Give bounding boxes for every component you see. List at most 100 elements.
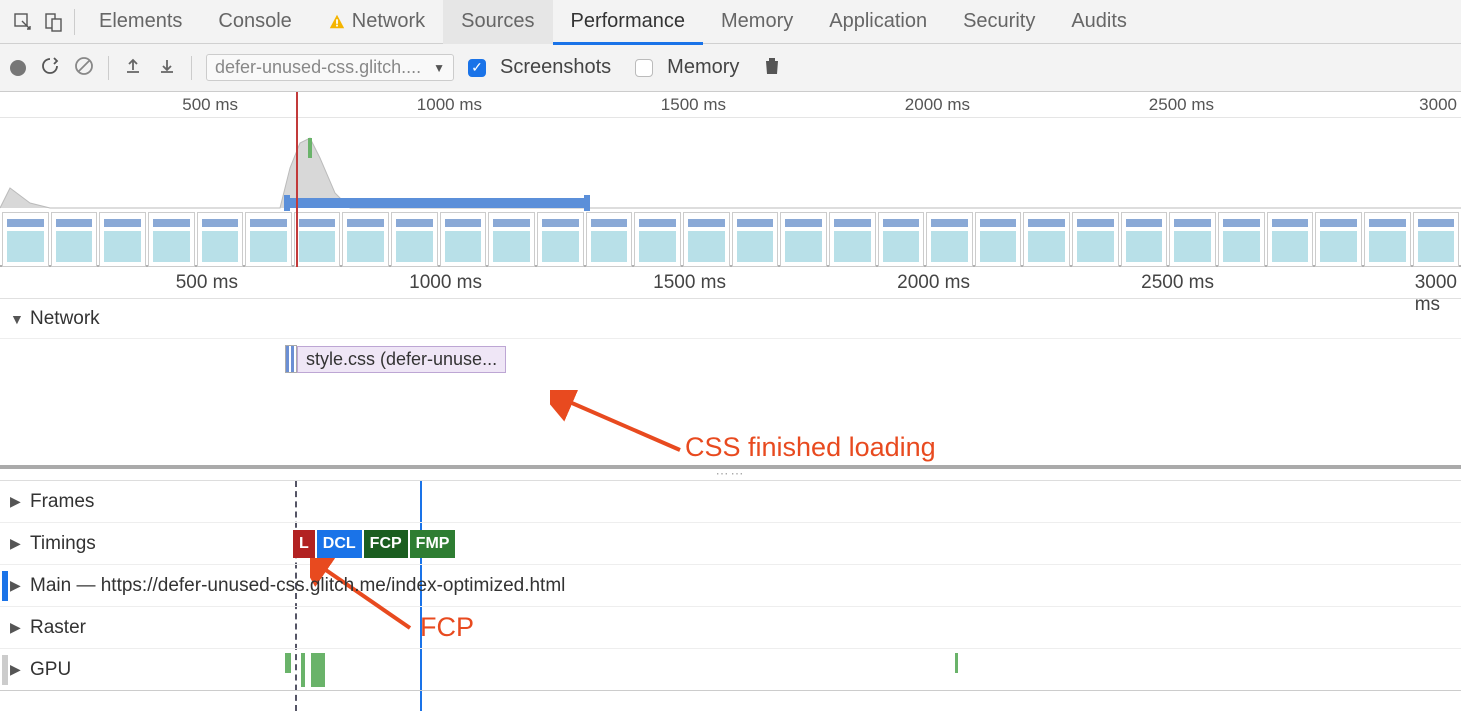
network-spacer xyxy=(0,381,1461,467)
memory-label: Memory xyxy=(667,56,739,79)
raster-track-label: Raster xyxy=(30,617,86,639)
disclosure-down-icon: ▼ xyxy=(10,311,24,327)
performance-toolbar: defer-unused-css.glitch.... ▼ ✓ Screensh… xyxy=(0,44,1461,92)
download-button[interactable] xyxy=(157,56,177,79)
selection-handle-left[interactable] xyxy=(284,195,290,211)
gpu-track[interactable]: ▶ GPU xyxy=(0,649,1461,691)
filmstrip-frame[interactable] xyxy=(586,212,633,267)
timing-badges: L DCL FCP FMP xyxy=(293,530,455,558)
timings-track[interactable]: ▶ Timings L DCL FCP FMP xyxy=(0,523,1461,565)
filmstrip-frame[interactable] xyxy=(440,212,487,267)
delete-button[interactable] xyxy=(763,56,781,79)
filmstrip-frame[interactable] xyxy=(488,212,535,267)
tab-audits[interactable]: Audits xyxy=(1053,0,1145,44)
filmstrip-frame[interactable] xyxy=(634,212,681,267)
screenshots-checkbox[interactable]: ✓ xyxy=(468,59,486,77)
filmstrip xyxy=(0,210,1461,267)
filmstrip-frame[interactable] xyxy=(780,212,827,267)
filmstrip-frame[interactable] xyxy=(1267,212,1314,267)
tracks-panel: ▼ Network style.css (defer-unuse... ⋯⋯ ▶… xyxy=(0,299,1461,691)
selection-handle-right[interactable] xyxy=(584,195,590,211)
frames-track[interactable]: ▶ Frames xyxy=(0,481,1461,523)
filmstrip-frame[interactable] xyxy=(342,212,389,267)
timing-badge-fmp[interactable]: FMP xyxy=(410,530,456,558)
filmstrip-frame[interactable] xyxy=(197,212,244,267)
screenshots-label: Screenshots xyxy=(500,56,611,79)
filmstrip-frame[interactable] xyxy=(878,212,925,267)
recording-select[interactable]: defer-unused-css.glitch.... ▼ xyxy=(206,54,454,81)
filmstrip-frame[interactable] xyxy=(391,212,438,267)
filmstrip-frame[interactable] xyxy=(537,212,584,267)
frames-track-label: Frames xyxy=(30,491,94,513)
separator xyxy=(191,56,192,80)
main-tick: 1500 ms xyxy=(653,272,730,294)
chevron-down-icon: ▼ xyxy=(433,61,445,75)
main-tick: 2000 ms xyxy=(897,272,974,294)
overview-tick: 1000 ms xyxy=(417,95,486,115)
resize-grip[interactable]: ⋯⋯ xyxy=(0,467,1461,481)
record-button[interactable] xyxy=(10,60,26,76)
overview-tick: 3000 xyxy=(1419,95,1461,115)
timings-track-label: Timings xyxy=(30,533,96,555)
overview-selection[interactable] xyxy=(287,198,587,208)
devtools-tabs: Elements Console Network Sources Perform… xyxy=(0,0,1461,44)
clear-button[interactable] xyxy=(74,56,94,79)
overview-tick: 1500 ms xyxy=(661,95,730,115)
raster-track[interactable]: ▶ Raster xyxy=(0,607,1461,649)
tab-application[interactable]: Application xyxy=(811,0,945,44)
filmstrip-frame[interactable] xyxy=(1364,212,1411,267)
filmstrip-frame[interactable] xyxy=(926,212,973,267)
memory-checkbox[interactable] xyxy=(635,59,653,77)
tab-security[interactable]: Security xyxy=(945,0,1053,44)
disclosure-right-icon: ▶ xyxy=(10,493,24,510)
network-track-label: Network xyxy=(30,308,100,330)
tab-console[interactable]: Console xyxy=(200,0,309,44)
timing-badge-fcp[interactable]: FCP xyxy=(364,530,408,558)
filmstrip-frame[interactable] xyxy=(975,212,1022,267)
filmstrip-frame[interactable] xyxy=(294,212,341,267)
load-marker xyxy=(296,92,298,267)
upload-button[interactable] xyxy=(123,56,143,79)
network-request-bar[interactable]: style.css (defer-unuse... xyxy=(285,345,506,373)
tab-network[interactable]: Network xyxy=(310,0,443,44)
filmstrip-frame[interactable] xyxy=(732,212,779,267)
filmstrip-frame[interactable] xyxy=(51,212,98,267)
disclosure-right-icon: ▶ xyxy=(10,619,24,636)
reload-button[interactable] xyxy=(40,56,60,79)
main-tick: 1000 ms xyxy=(409,272,486,294)
filmstrip-frame[interactable] xyxy=(683,212,730,267)
tab-elements[interactable]: Elements xyxy=(81,0,200,44)
network-track-header[interactable]: ▼ Network xyxy=(0,299,1461,339)
disclosure-right-icon: ▶ xyxy=(10,535,24,552)
filmstrip-frame[interactable] xyxy=(245,212,292,267)
network-track-content[interactable]: style.css (defer-unuse... xyxy=(0,339,1461,381)
filmstrip-frame[interactable] xyxy=(1072,212,1119,267)
timing-badge-load[interactable]: L xyxy=(293,530,315,558)
gpu-bars xyxy=(285,653,325,687)
filmstrip-frame[interactable] xyxy=(2,212,49,267)
overview-tick: 500 ms xyxy=(182,95,242,115)
inspect-icon[interactable] xyxy=(8,7,38,37)
network-request-label: style.css (defer-unuse... xyxy=(297,346,506,373)
tab-memory[interactable]: Memory xyxy=(703,0,811,44)
gpu-track-label: GPU xyxy=(30,659,71,681)
timing-badge-dcl[interactable]: DCL xyxy=(317,530,362,558)
filmstrip-frame[interactable] xyxy=(1218,212,1265,267)
tab-sources[interactable]: Sources xyxy=(443,0,552,44)
overview-graph xyxy=(0,118,1461,210)
warning-icon xyxy=(328,13,346,31)
filmstrip-frame[interactable] xyxy=(1413,212,1460,267)
separator xyxy=(108,56,109,80)
filmstrip-frame[interactable] xyxy=(99,212,146,267)
tab-performance[interactable]: Performance xyxy=(553,0,704,44)
main-track[interactable]: ▶ Main — https://defer-unused-css.glitch… xyxy=(0,565,1461,607)
overview-timeline[interactable]: 500 ms 1000 ms 1500 ms 2000 ms 2500 ms 3… xyxy=(0,92,1461,267)
filmstrip-frame[interactable] xyxy=(1023,212,1070,267)
filmstrip-frame[interactable] xyxy=(148,212,195,267)
filmstrip-frame[interactable] xyxy=(1169,212,1216,267)
main-tick: 500 ms xyxy=(176,272,242,294)
filmstrip-frame[interactable] xyxy=(829,212,876,267)
device-icon[interactable] xyxy=(38,7,68,37)
filmstrip-frame[interactable] xyxy=(1315,212,1362,267)
filmstrip-frame[interactable] xyxy=(1121,212,1168,267)
